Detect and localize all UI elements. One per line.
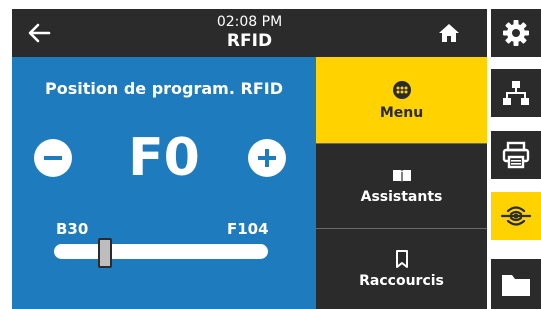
top-bar: 02:08 PM RFID bbox=[12, 9, 487, 57]
gear-icon bbox=[503, 20, 529, 46]
folder-icon bbox=[502, 275, 530, 296]
panel-title: Position de program. RFID bbox=[45, 79, 283, 98]
rfid-button[interactable] bbox=[491, 192, 541, 240]
printer-screen: 02:08 PM RFID Position de program. RFID … bbox=[0, 0, 541, 309]
network-icon bbox=[503, 81, 529, 105]
range-min-label: B30 bbox=[56, 220, 89, 238]
home-icon bbox=[439, 24, 459, 42]
rfid-position-panel: Position de program. RFID F0 B30 F104 bbox=[12, 57, 316, 309]
book-icon bbox=[392, 169, 411, 183]
home-button[interactable] bbox=[432, 17, 466, 49]
network-button[interactable] bbox=[491, 69, 541, 117]
menu-item-shortcuts[interactable]: Raccourcis bbox=[316, 229, 487, 309]
menu-dots-icon bbox=[392, 80, 411, 99]
plus-icon-vertical bbox=[265, 149, 269, 167]
menu-item-label: Menu bbox=[379, 104, 424, 121]
settings-button[interactable] bbox=[491, 9, 541, 57]
rfid-icon bbox=[500, 206, 532, 226]
menu-item-wizards[interactable]: Assistants bbox=[316, 144, 487, 229]
wizards-label: Assistants bbox=[360, 188, 443, 205]
shortcuts-label: Raccourcis bbox=[359, 272, 444, 289]
menu-item-menu[interactable]: Menu bbox=[316, 57, 487, 144]
right-icon-rail bbox=[487, 9, 541, 309]
clock: 02:08 PM bbox=[216, 14, 283, 30]
page-title: RFID bbox=[226, 31, 273, 51]
printer-button[interactable] bbox=[491, 131, 541, 179]
storage-button[interactable] bbox=[491, 259, 541, 309]
position-slider-thumb[interactable] bbox=[98, 238, 113, 268]
printer-icon bbox=[502, 141, 530, 169]
position-slider-track[interactable] bbox=[54, 244, 268, 259]
increase-button[interactable] bbox=[248, 139, 286, 177]
range-max-label: F104 bbox=[227, 220, 269, 238]
menu-column: Menu Assistants Raccourcis bbox=[316, 57, 487, 309]
bookmark-icon bbox=[395, 249, 408, 268]
